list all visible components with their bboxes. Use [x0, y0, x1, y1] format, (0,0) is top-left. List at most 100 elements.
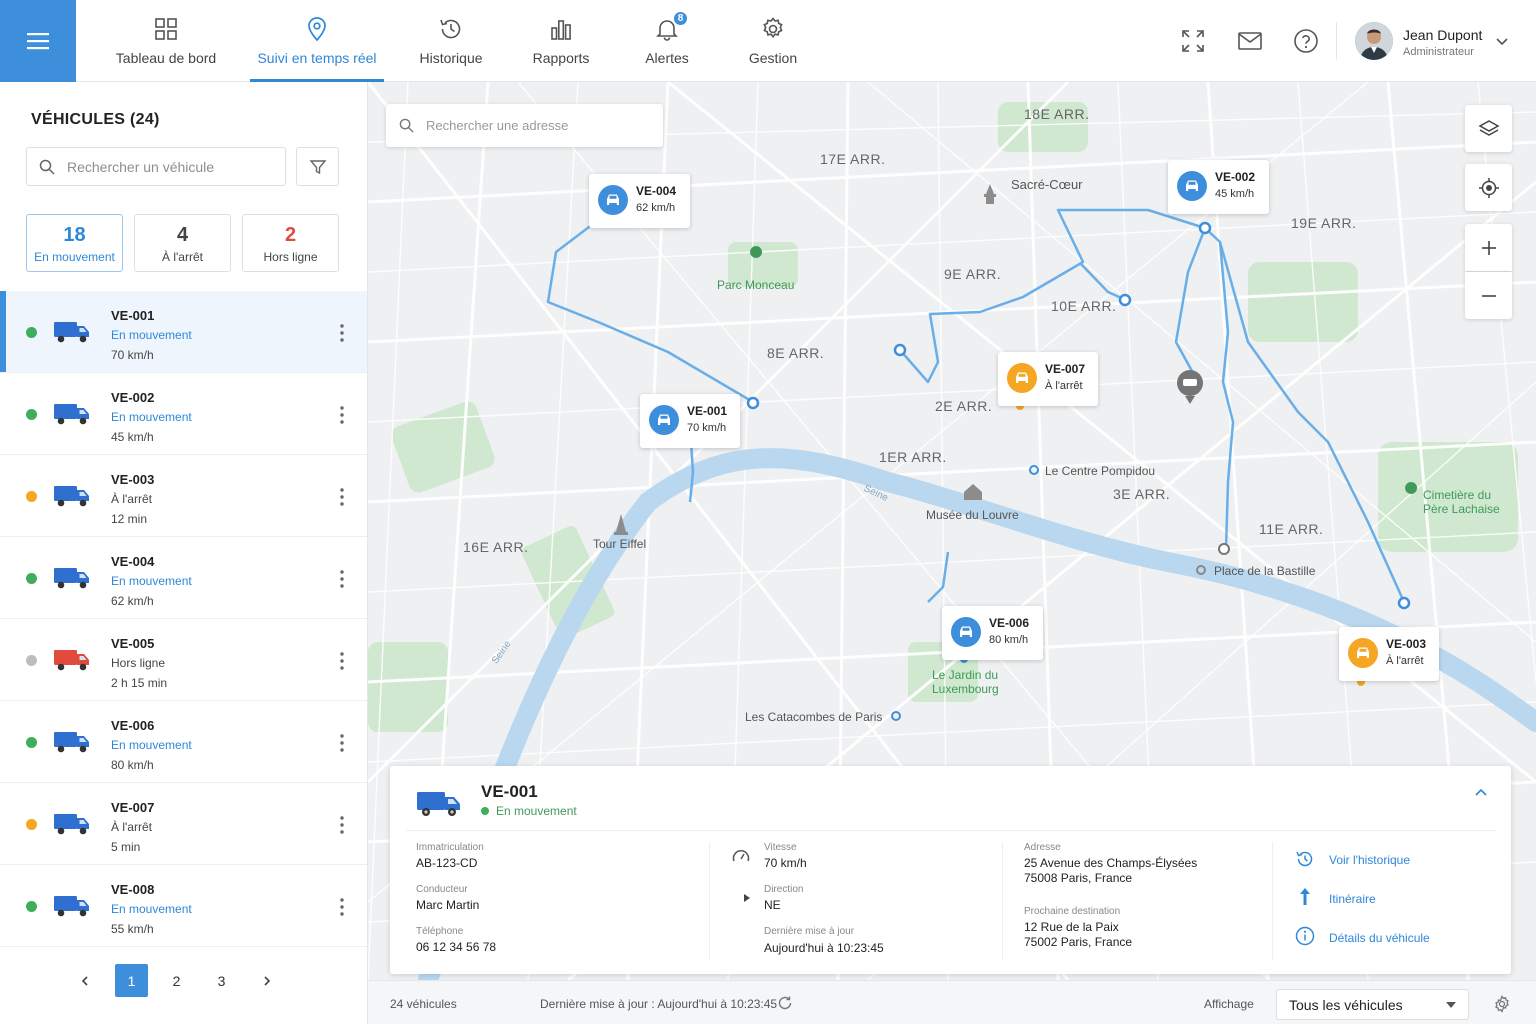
- vehicle-list-item[interactable]: VE-006 En mouvement 80 km/h: [0, 701, 367, 783]
- tab-suivi-en-temps-reel[interactable]: Suivi en temps réel: [250, 0, 384, 82]
- tab-rapports[interactable]: Rapports: [524, 0, 598, 82]
- car-icon: [1016, 372, 1028, 383]
- stat-a-l-arret[interactable]: 4 À l'arrêt: [134, 214, 231, 272]
- help-icon[interactable]: [1292, 27, 1320, 55]
- more-options-icon[interactable]: [335, 814, 349, 836]
- display-filter-select[interactable]: Tous les véhicules: [1276, 989, 1469, 1020]
- status-dot: [26, 901, 37, 912]
- address-search-field[interactable]: [386, 104, 663, 147]
- poi-pere-lachaise-line1: Cimetière du: [1423, 488, 1492, 502]
- vehicle-list-item[interactable]: VE-008 En mouvement 55 km/h: [0, 865, 367, 947]
- mail-icon[interactable]: [1236, 27, 1264, 55]
- map-marker-ve-004[interactable]: VE-004 62 km/h: [589, 174, 690, 228]
- vehicle-list-item[interactable]: VE-005 Hors ligne 2 h 15 min: [0, 619, 367, 701]
- car-icon: [658, 414, 670, 425]
- map-layers-button[interactable]: [1465, 105, 1512, 152]
- minus-icon: [1481, 294, 1496, 297]
- vehicle-sidebar: VÉHICULES (24) 18 En mouvement 4 À l'arr…: [0, 82, 368, 1024]
- view-history-link[interactable]: Voir l'historique: [1329, 853, 1410, 867]
- divider: [1336, 22, 1337, 60]
- vehicle-detail-panel: VE-001 En mouvement Immatriculation AB-1…: [390, 766, 1511, 974]
- tab-tableau-de-bord[interactable]: Tableau de bord: [108, 0, 224, 82]
- tab-gestion[interactable]: Gestion: [740, 0, 806, 82]
- truck-icon: [54, 322, 89, 343]
- vehicle-details-link[interactable]: Détails du véhicule: [1329, 931, 1430, 945]
- more-options-icon[interactable]: [335, 896, 349, 918]
- user-name[interactable]: Jean Dupont: [1403, 27, 1482, 43]
- next-page-button[interactable]: [250, 964, 283, 997]
- marker-sub: 70 km/h: [687, 422, 727, 434]
- settings-gear-icon[interactable]: [1493, 995, 1511, 1013]
- filter-button[interactable]: [296, 147, 339, 186]
- map-marker-ve-001[interactable]: VE-001 70 km/h: [640, 394, 740, 448]
- stat-value: 4: [176, 224, 189, 246]
- map-marker-ve-007[interactable]: VE-007 À l'arrêt: [998, 352, 1098, 406]
- divider: [1272, 842, 1273, 960]
- tab-historique[interactable]: Historique: [410, 0, 492, 82]
- more-options-icon[interactable]: [335, 322, 349, 344]
- divider: [709, 842, 710, 960]
- search-icon: [399, 118, 414, 133]
- truck-icon: [54, 732, 89, 753]
- vehicle-extra: 12 min: [111, 512, 148, 526]
- avatar[interactable]: [1355, 22, 1393, 60]
- vehicle-search-input[interactable]: [67, 158, 267, 175]
- chevron-down-icon[interactable]: [1494, 34, 1510, 50]
- vehicle-list-item[interactable]: VE-001 En mouvement 70 km/h: [0, 291, 367, 373]
- next-destination-line1: 12 Rue de la Paix: [1024, 920, 1119, 934]
- status-bar: 24 véhicules Dernière mise à jour : Aujo…: [368, 980, 1536, 1024]
- page-button-3[interactable]: 3: [205, 964, 238, 997]
- map-marker-ve-002[interactable]: VE-002 45 km/h: [1168, 160, 1269, 214]
- vehicle-status: En mouvement: [111, 738, 192, 752]
- address-line1: 25 Avenue des Champs-Élysées: [1024, 856, 1198, 870]
- truck-icon: [417, 792, 460, 816]
- vehicle-list-item[interactable]: VE-007 À l'arrêt 5 min: [0, 783, 367, 865]
- plus-icon: [1481, 240, 1496, 255]
- address-search-input[interactable]: [426, 118, 646, 133]
- vehicle-list-item[interactable]: VE-002 En mouvement 45 km/h: [0, 373, 367, 455]
- status-dot: [481, 807, 489, 815]
- route-link[interactable]: Itinéraire: [1329, 892, 1376, 906]
- history-icon: [440, 19, 461, 39]
- stat-en-mouvement[interactable]: 18 En mouvement: [26, 214, 123, 272]
- more-options-icon[interactable]: [335, 404, 349, 426]
- route-icon[interactable]: [1295, 887, 1315, 907]
- locate-me-button[interactable]: [1465, 164, 1512, 211]
- poi-tour-eiffel: Tour Eiffel: [593, 537, 647, 551]
- district-label: 16E ARR.: [463, 539, 529, 555]
- map-marker-ve-006[interactable]: VE-006 80 km/h: [942, 606, 1043, 660]
- history-icon[interactable]: [1295, 849, 1315, 869]
- district-label: 11E ARR.: [1259, 521, 1324, 537]
- fullscreen-icon[interactable]: [1179, 27, 1207, 55]
- zoom-out-button[interactable]: [1465, 272, 1512, 319]
- page-button-1[interactable]: 1: [115, 964, 148, 997]
- plate-value: AB-123-CD: [416, 856, 478, 870]
- info-icon[interactable]: [1295, 926, 1315, 946]
- prev-page-button[interactable]: [68, 964, 101, 997]
- more-options-icon[interactable]: [335, 568, 349, 590]
- vehicle-list-item[interactable]: VE-004 En mouvement 62 km/h: [0, 537, 367, 619]
- chevron-up-icon[interactable]: [1473, 784, 1489, 800]
- tab-alertes[interactable]: 8 Alertes: [634, 0, 700, 82]
- poi-sacre-coeur: Sacré-Cœur: [1011, 177, 1083, 192]
- zoom-in-button[interactable]: [1465, 224, 1512, 271]
- chevron-right-icon: [263, 975, 270, 986]
- tab-label: Alertes: [645, 50, 689, 66]
- more-options-icon[interactable]: [335, 732, 349, 754]
- map-marker-ve-003[interactable]: VE-003 À l'arrêt: [1339, 627, 1439, 681]
- car-icon: [607, 194, 619, 205]
- bar-chart-icon: [551, 20, 571, 40]
- page-button-2[interactable]: 2: [160, 964, 193, 997]
- next-destination-line2: 75002 Paris, France: [1024, 935, 1133, 949]
- caret-down-icon: [1446, 1002, 1456, 1008]
- direction-arrow-icon: [732, 894, 750, 902]
- more-options-icon[interactable]: [335, 650, 349, 672]
- hamburger-menu-button[interactable]: [0, 0, 76, 82]
- tab-label: Rapports: [532, 50, 590, 66]
- vehicle-list-item[interactable]: VE-003 À l'arrêt 12 min: [0, 455, 367, 537]
- vehicle-list: VE-001 En mouvement 70 km/h VE-002 En mouvem…: [0, 291, 367, 947]
- vehicle-search-field[interactable]: [26, 147, 286, 186]
- stat-hors-ligne[interactable]: 2 Hors ligne: [242, 214, 339, 272]
- refresh-icon[interactable]: [777, 995, 793, 1011]
- more-options-icon[interactable]: [335, 486, 349, 508]
